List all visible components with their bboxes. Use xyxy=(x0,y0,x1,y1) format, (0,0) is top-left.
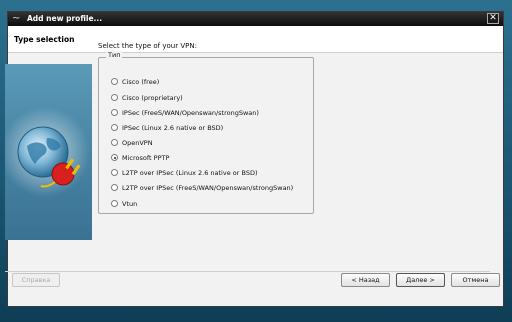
wizard-side-image xyxy=(5,64,92,240)
radio-cisco-free[interactable] xyxy=(111,78,118,85)
radio-vtun[interactable] xyxy=(111,200,118,207)
radio-l2tp-freeswan[interactable] xyxy=(111,184,118,191)
radio-cisco-proprietary[interactable] xyxy=(111,94,118,101)
window-menu-icon[interactable]: ~ xyxy=(12,13,20,25)
cancel-button[interactable]: Отмена xyxy=(451,273,500,287)
option-label: Vtun xyxy=(122,200,138,208)
option-label: L2TP over IPSec (Linux 2.6 native or BSD… xyxy=(122,169,258,177)
option-label: IPSec (Linux 2.6 native or BSD) xyxy=(122,124,224,132)
vpn-type-group-label: Тип xyxy=(106,51,123,59)
window-titlebar[interactable]: ~ Add new profile... ✕ xyxy=(8,12,503,26)
window-title: Add new profile... xyxy=(27,14,103,23)
option-label: Cisco (proprietary) xyxy=(122,94,183,102)
radio-ipsec-freeswan[interactable] xyxy=(111,109,118,116)
option-label: IPSec (FreeS/WAN/Openswan/strongSwan) xyxy=(122,109,259,117)
wizard-header: Type selection xyxy=(8,26,503,53)
radio-ipsec-linux[interactable] xyxy=(111,124,118,131)
option-label: L2TP over IPSec (FreeS/WAN/Openswan/stro… xyxy=(122,184,294,192)
footer-divider xyxy=(5,271,490,272)
radio-microsoft-pptp[interactable] xyxy=(111,154,118,161)
close-button[interactable]: ✕ xyxy=(487,13,499,24)
radio-openvpn[interactable] xyxy=(111,139,118,146)
option-label: OpenVPN xyxy=(122,139,153,147)
radio-l2tp-linux[interactable] xyxy=(111,169,118,176)
vpn-type-prompt: Select the type of your VPN: xyxy=(98,42,197,50)
next-button[interactable]: Далее > xyxy=(396,273,445,287)
option-label: Microsoft PPTP xyxy=(122,154,170,162)
back-button[interactable]: < Назад xyxy=(341,273,390,287)
globe-plug-icon xyxy=(5,107,90,197)
option-label: Cisco (free) xyxy=(122,78,160,86)
help-button[interactable]: Справка xyxy=(12,273,60,287)
page-title: Type selection xyxy=(14,35,75,44)
